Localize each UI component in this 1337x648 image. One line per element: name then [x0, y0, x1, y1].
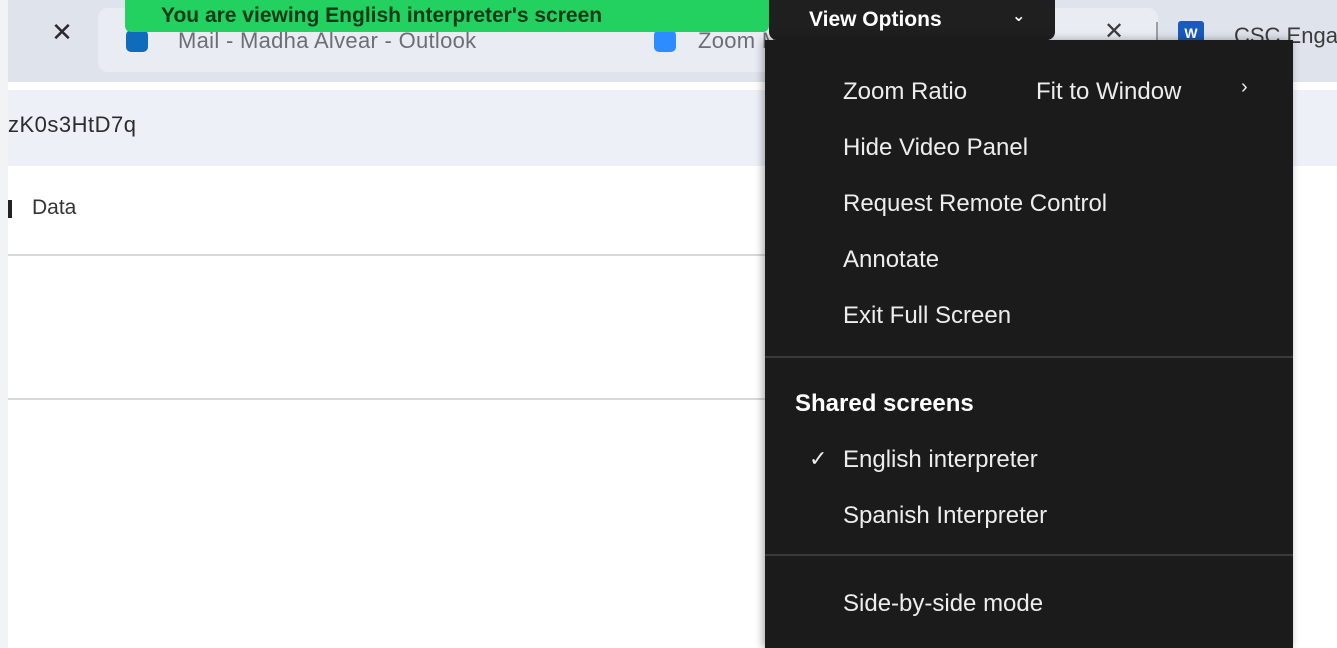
shared-screens-heading: Shared screens — [795, 390, 974, 417]
menu-item-zoom-ratio[interactable]: Zoom Ratio Fit to Window › — [765, 68, 1293, 118]
menu-item-label: Exit Full Screen — [843, 302, 1012, 329]
view-options-label: View Options — [809, 8, 942, 31]
divider — [8, 398, 768, 400]
chevron-right-icon: › — [1241, 76, 1248, 98]
menu-item-request-remote-control[interactable]: Request Remote Control — [765, 180, 1293, 230]
close-tab-icon[interactable]: ✕ — [48, 18, 76, 46]
chevron-down-icon: ⌄ — [1012, 8, 1026, 25]
menu-item-side-by-side-mode[interactable]: Side-by-side mode — [765, 580, 1293, 630]
zoom-favicon-icon — [654, 30, 676, 52]
outlook-favicon-icon — [126, 30, 148, 52]
screen-edge — [0, 0, 8, 648]
check-icon: ✓ — [809, 446, 828, 471]
menu-item-label: Hide Video Panel — [843, 134, 1029, 161]
divider — [8, 254, 768, 256]
menu-item-spanish-interpreter[interactable]: Spanish Interpreter — [765, 492, 1293, 542]
menu-item-label: Request Remote Control — [843, 190, 1108, 217]
menu-item-label: Zoom Ratio — [843, 78, 968, 105]
menu-item-english-interpreter[interactable]: ✓ English interpreter — [765, 436, 1293, 486]
view-options-button[interactable]: View Options ⌄ — [769, 0, 1055, 40]
zoom-ratio-value: Fit to Window — [1036, 78, 1182, 105]
view-options-menu: Zoom Ratio Fit to Window › Hide Video Pa… — [765, 40, 1293, 648]
menu-item-exit-full-screen[interactable]: Exit Full Screen — [765, 292, 1293, 342]
bookmark-data[interactable]: Data — [32, 196, 76, 220]
menu-item-annotate[interactable]: Annotate — [765, 236, 1293, 286]
menu-item-label: English interpreter — [843, 446, 1038, 473]
banner-text: You are viewing English interpreter's sc… — [161, 4, 603, 27]
menu-item-label: Side-by-side mode — [843, 590, 1044, 617]
menu-item-label: Annotate — [843, 246, 940, 273]
menu-item-hide-video-panel[interactable]: Hide Video Panel — [765, 124, 1293, 174]
viewing-screen-banner: You are viewing English interpreter's sc… — [125, 0, 769, 32]
menu-divider — [765, 356, 1293, 358]
url-fragment[interactable]: zK0s3HtD7q — [8, 112, 137, 138]
menu-divider — [765, 554, 1293, 556]
menu-item-label: Spanish Interpreter — [843, 502, 1048, 529]
folder-icon — [8, 200, 12, 218]
